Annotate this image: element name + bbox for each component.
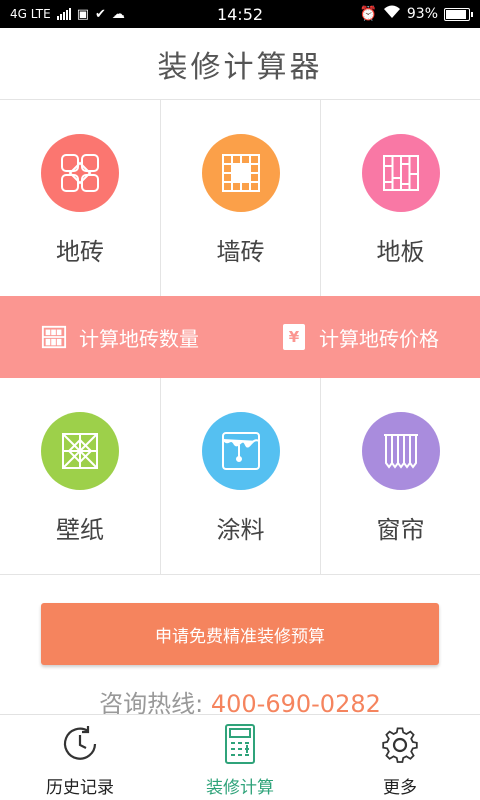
category-label: 涂料	[216, 516, 265, 544]
category-paint[interactable]: 涂料	[160, 378, 320, 574]
category-wall-tile[interactable]: 墙砖	[160, 100, 320, 296]
category-label: 墙砖	[216, 238, 265, 266]
history-icon	[57, 721, 103, 767]
signal-icon	[56, 8, 71, 20]
alarm-icon: ⏰	[359, 6, 377, 22]
category-grid-top: 地砖 墙砖 地板	[0, 100, 480, 296]
calc-tile-quantity-button[interactable]: 计算地砖数量	[0, 296, 240, 378]
battery-level: 93%	[406, 6, 438, 22]
floor-tile-icon	[41, 134, 119, 212]
category-floor-tile[interactable]: 地砖	[0, 100, 160, 296]
sim-icon: ▣	[76, 6, 89, 22]
wood-floor-icon	[361, 134, 440, 212]
wifi-icon	[383, 5, 401, 23]
gear-icon	[377, 721, 423, 767]
calculator-icon	[217, 721, 263, 767]
wallpaper-icon	[41, 412, 119, 490]
curtain-icon	[361, 412, 440, 490]
category-label: 壁纸	[56, 516, 104, 544]
category-label: 地砖	[56, 238, 104, 266]
battery-icon	[444, 7, 473, 21]
free-budget-button[interactable]: 申请免费精准装修预算	[41, 603, 439, 665]
category-label: 窗帘	[376, 516, 425, 544]
calc-tile-price-label: 计算地砖价格	[319, 326, 439, 351]
check-icon: ✔	[95, 6, 106, 22]
calc-tile-price-button[interactable]: ¥ 计算地砖价格	[240, 296, 480, 378]
nav-item-history[interactable]: 历史记录	[0, 715, 160, 800]
nav-item-more[interactable]: 更多	[320, 715, 480, 800]
category-label: 地板	[376, 238, 425, 266]
bottom-nav: 历史记录 装修计算 更多	[0, 714, 480, 800]
nav-label-calculator: 装修计算	[206, 778, 274, 798]
app-header: 装修计算器	[0, 28, 480, 100]
abacus-icon	[41, 324, 67, 350]
wall-tile-icon	[201, 134, 280, 212]
category-curtain[interactable]: 窗帘	[320, 378, 480, 574]
calc-tile-quantity-label: 计算地砖数量	[79, 326, 199, 351]
network-indicator: 4G LTE	[10, 7, 51, 21]
category-wood-floor[interactable]: 地板	[320, 100, 480, 296]
nav-label-history: 历史记录	[46, 778, 114, 798]
page-title: 装修计算器	[157, 49, 323, 85]
tile-calc-band: 计算地砖数量 ¥ 计算地砖价格	[0, 296, 480, 378]
category-wallpaper[interactable]: 壁纸	[0, 378, 160, 574]
paint-bucket-icon	[201, 412, 280, 490]
nav-label-more: 更多	[383, 778, 417, 798]
price-tag-icon: ¥	[281, 324, 307, 350]
category-grid-bottom: 壁纸 涂料 窗帘	[0, 378, 480, 575]
notification-icon: ☁	[111, 6, 125, 22]
nav-item-calculator[interactable]: 装修计算	[160, 715, 320, 800]
status-bar: 4G LTE ▣ ✔ ☁ 14:52 ⏰ 93%	[0, 0, 480, 28]
